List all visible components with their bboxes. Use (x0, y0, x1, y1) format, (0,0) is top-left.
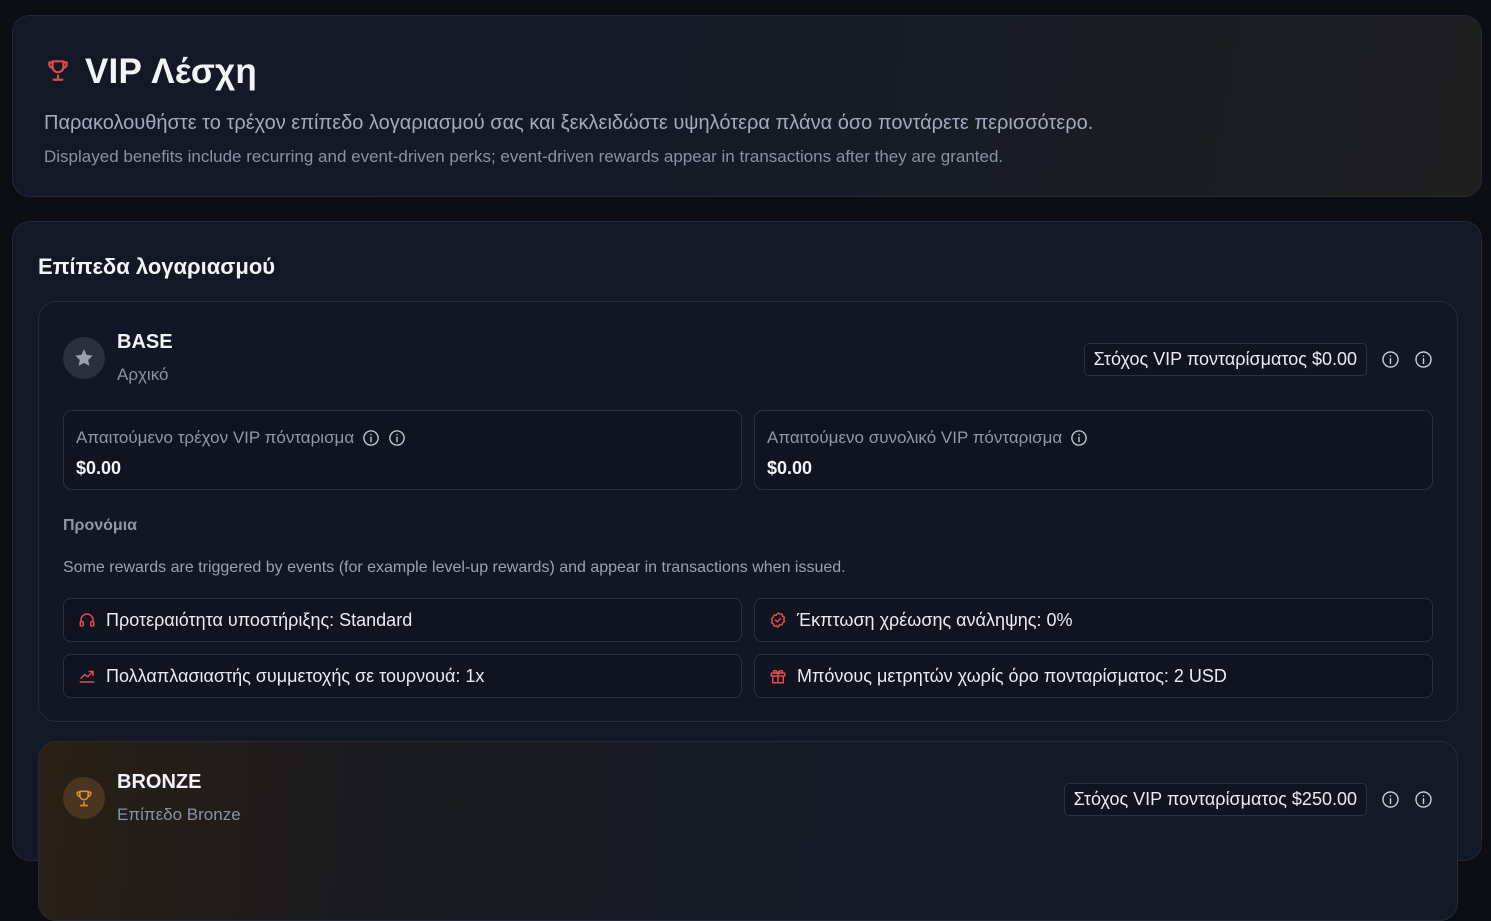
page-subtitle: Παρακολουθήστε το τρέχον επίπεδο λογαρια… (44, 112, 1094, 134)
level-subtitle: Αρχικό (117, 365, 169, 384)
level-name: BRONZE (117, 771, 202, 793)
perk-label: Μπόνους μετρητών χωρίς όρο πονταρίσματος… (797, 665, 1227, 686)
target-group: Στόχος VIP πονταρίσματος $250.00 (1063, 783, 1433, 816)
section-title: Επίπεδα λογαριασμού (38, 254, 276, 279)
vip-club-header: VIP Λέσχη Παρακολουθήστε το τρέχον επίπε… (12, 15, 1482, 197)
gift-icon (770, 669, 786, 684)
page-title: VIP Λέσχη (85, 52, 257, 91)
current-wager-value: $0.00 (76, 458, 122, 478)
info-icon[interactable] (362, 429, 380, 447)
info-icon[interactable] (1414, 350, 1433, 369)
trophy-icon (45, 57, 85, 88)
level-name: BASE (117, 331, 173, 353)
info-icon[interactable] (1070, 429, 1088, 447)
vip-wager-target: Στόχος VIP πονταρίσματος $250.00 (1063, 783, 1367, 816)
info-icon[interactable] (1381, 790, 1400, 809)
total-wager-box: Απαιτούμενο συνολικό VIP πόνταρισμα $0.0… (754, 410, 1433, 490)
perk-label: Έκπτωση χρέωσης ανάληψης: 0% (797, 609, 1073, 630)
trending-up-icon (79, 670, 95, 683)
headset-icon (79, 613, 95, 627)
level-card-base: BASE Αρχικό Στόχος VIP πονταρίσματος $0.… (38, 301, 1458, 722)
vip-wager-target: Στόχος VIP πονταρίσματος $0.00 (1083, 343, 1367, 376)
current-wager-box: Απαιτούμενο τρέχον VIP πόνταρισμα $0.00 (63, 410, 742, 490)
level-badge (63, 337, 105, 379)
benefits-note: Displayed benefits include recurring and… (44, 147, 1004, 166)
info-icon[interactable] (1414, 790, 1433, 809)
perk-label: Πολλαπλασιαστής συμμετοχής σε τουρνουά: … (106, 665, 485, 686)
level-subtitle: Επίπεδο Bronze (117, 805, 241, 824)
account-levels-panel: Επίπεδα λογαριασμού BASE Αρχικό Στόχος V… (12, 221, 1482, 921)
star-icon (75, 349, 93, 366)
badge-check-icon (770, 612, 786, 628)
target-group: Στόχος VIP πονταρίσματος $0.00 (1083, 343, 1433, 376)
level-card-bronze: BRONZE Επίπεδο Bronze Στόχος VIP πονταρί… (38, 741, 1458, 921)
current-wager-label: Απαιτούμενο τρέχον VIP πόνταρισμα (76, 428, 355, 447)
info-icon[interactable] (1381, 350, 1400, 369)
perk-item: Πολλαπλασιαστής συμμετοχής σε τουρνουά: … (63, 654, 742, 698)
title-row: VIP Λέσχη (45, 52, 257, 92)
trophy-icon (76, 790, 92, 807)
perk-item: Μπόνους μετρητών χωρίς όρο πονταρίσματος… (754, 654, 1433, 698)
perk-item: Έκπτωση χρέωσης ανάληψης: 0% (754, 598, 1433, 642)
perks-title: Προνόμια (63, 517, 137, 534)
current-wager-label-row: Απαιτούμενο τρέχον VIP πόνταρισμα (76, 428, 406, 448)
info-icon[interactable] (388, 429, 406, 447)
perks-note: Some rewards are triggered by events (fo… (63, 559, 846, 576)
total-wager-label: Απαιτούμενο συνολικό VIP πόνταρισμα (767, 428, 1063, 447)
level-badge (63, 777, 105, 819)
total-wager-label-row: Απαιτούμενο συνολικό VIP πόνταρισμα (767, 428, 1088, 448)
perk-label: Προτεραιότητα υποστήριξης: Standard (106, 609, 413, 630)
perk-item: Προτεραιότητα υποστήριξης: Standard (63, 598, 742, 642)
total-wager-value: $0.00 (767, 458, 813, 478)
